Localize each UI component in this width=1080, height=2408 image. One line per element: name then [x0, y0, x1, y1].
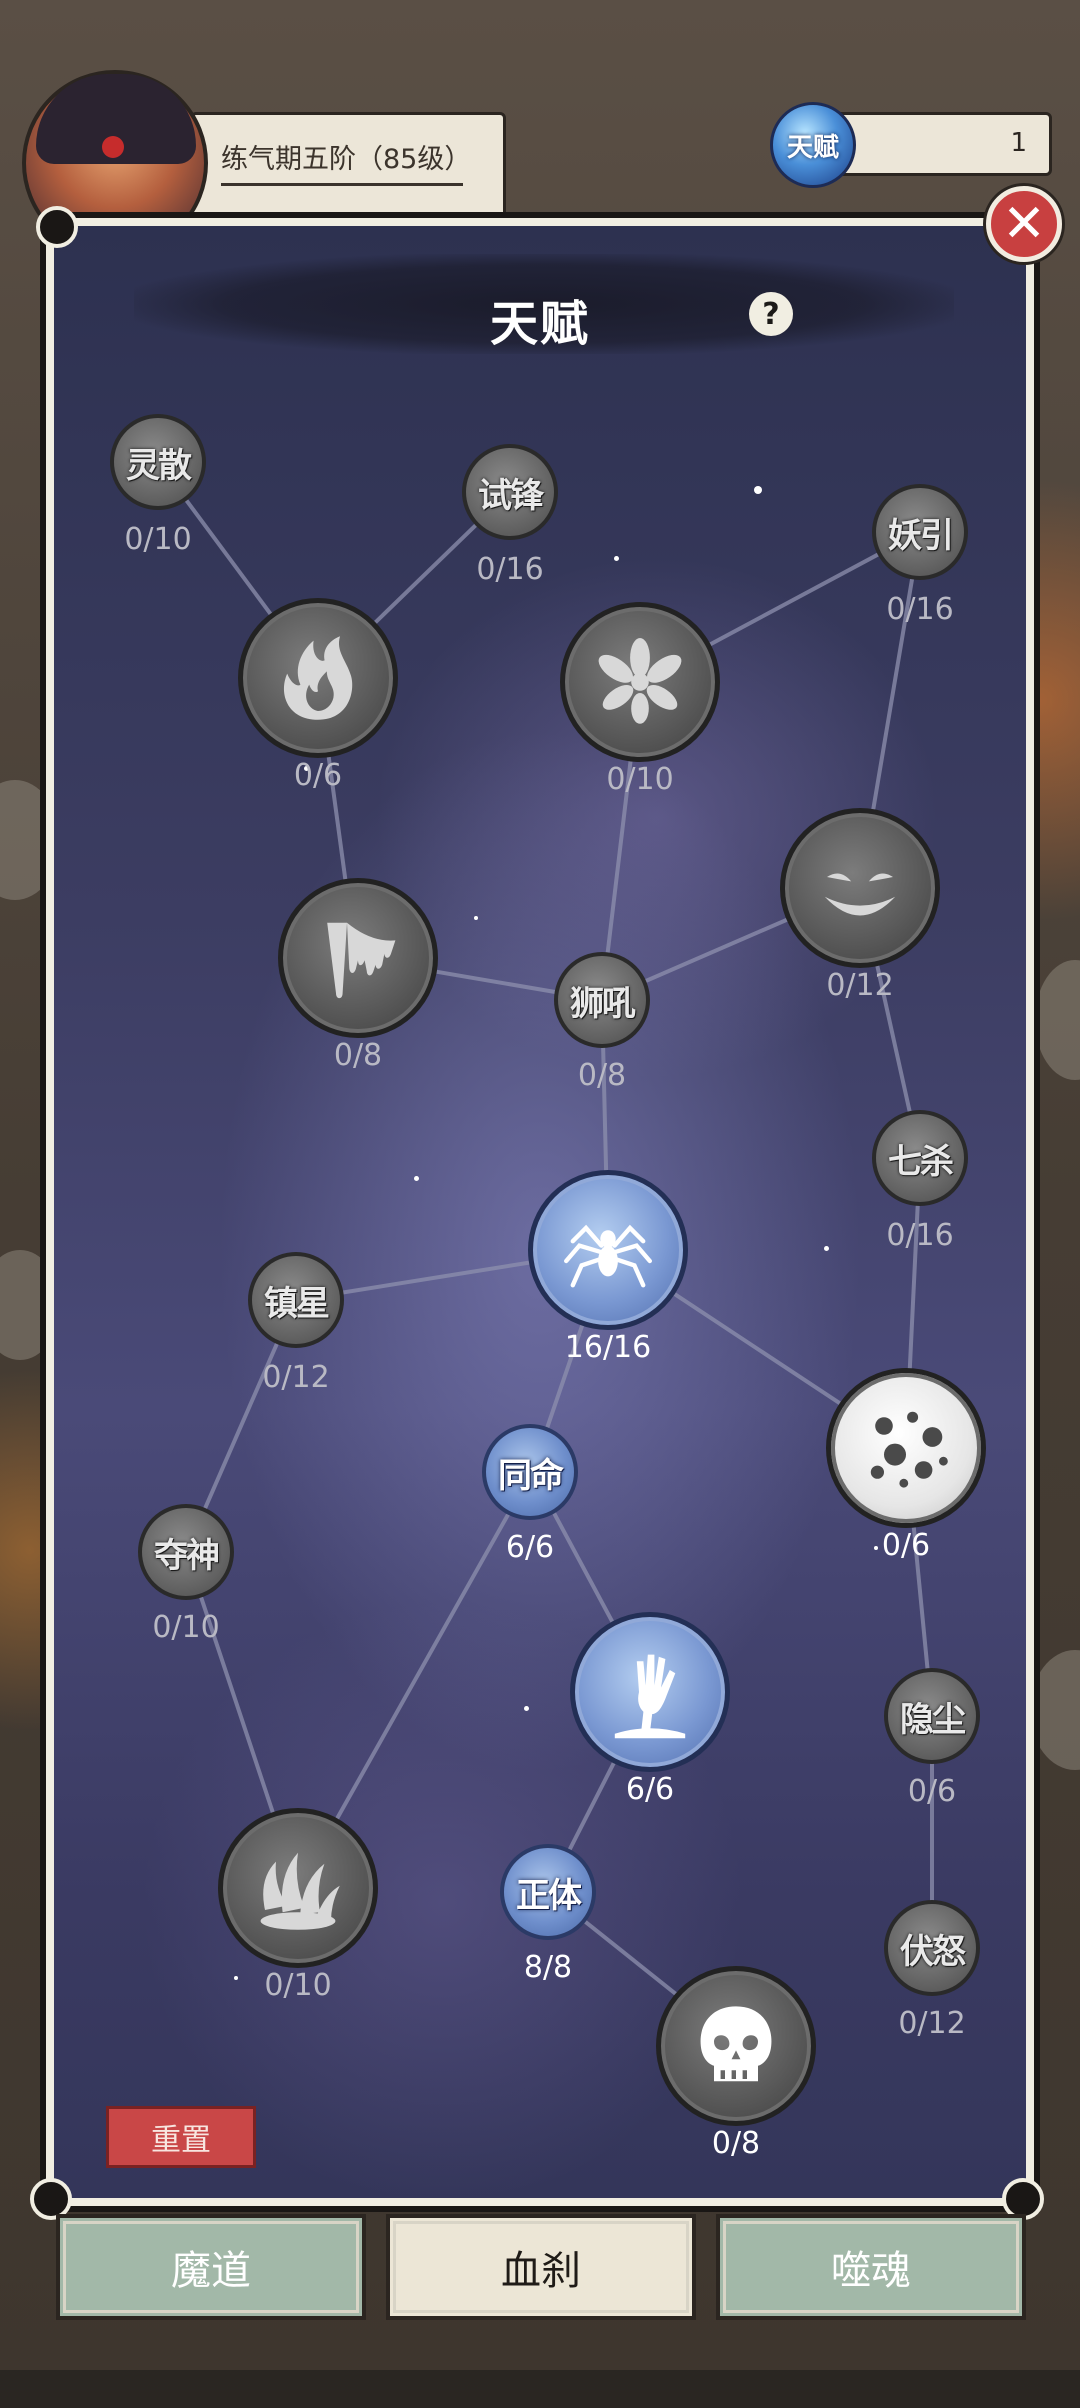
talent-node-zhenxing[interactable]: 镇星 — [248, 1252, 344, 1348]
talent-node-skull[interactable] — [656, 1966, 816, 2126]
node-name: 镇星 — [264, 1283, 330, 1324]
node-progress: 0/6 — [293, 758, 343, 793]
node-progress: 0/12 — [898, 2006, 966, 2041]
tab-shihun[interactable]: 噬魂 — [716, 2214, 1026, 2320]
node-name: 隐尘 — [900, 1699, 966, 1740]
rising-hand-icon — [614, 1654, 686, 1739]
node-name: 夺神 — [154, 1535, 220, 1576]
grin-face-icon — [824, 873, 896, 916]
node-progress: 0/10 — [152, 1610, 220, 1645]
drip-icon — [327, 922, 396, 999]
node-progress: 6/6 — [625, 1772, 675, 1807]
node-progress: 0/10 — [606, 762, 674, 797]
talent-node-yinchen[interactable]: 隐尘 — [884, 1668, 980, 1764]
talent-node-tongming[interactable]: 同命 — [482, 1424, 578, 1520]
talent-node-lingsan[interactable]: 灵散 — [110, 414, 206, 510]
node-name: 正体 — [516, 1875, 582, 1916]
talent-node-drip[interactable] — [278, 878, 438, 1038]
node-progress: 16/16 — [564, 1330, 652, 1365]
talent-node-zhengti[interactable]: 正体 — [500, 1844, 596, 1940]
node-name: 七杀 — [888, 1141, 954, 1182]
moon-icon — [870, 1411, 948, 1488]
talent-node-hand[interactable] — [570, 1612, 730, 1772]
node-progress: 0/6 — [881, 1528, 931, 1563]
node-progress: 8/8 — [523, 1950, 573, 1985]
reset-button[interactable]: 重置 — [106, 2106, 256, 2168]
talent-node-burst[interactable] — [560, 602, 720, 762]
node-progress: 0/16 — [886, 592, 954, 627]
talent-node-claws[interactable] — [218, 1808, 378, 1968]
node-name: 试锋 — [478, 475, 544, 516]
node-progress: 0/8 — [711, 2126, 761, 2161]
talent-node-yaoyin[interactable]: 妖引 — [872, 484, 968, 580]
node-name: 狮吼 — [570, 983, 636, 1024]
claws-icon — [260, 1852, 340, 1930]
node-progress: 0/12 — [262, 1360, 330, 1395]
node-progress: 0/16 — [886, 1218, 954, 1253]
tab-modao[interactable]: 魔道 — [56, 2214, 366, 2320]
talent-tab-bar: 魔道 血刹 噬魂 — [40, 2214, 1050, 2334]
talent-node-duoshen[interactable]: 夺神 — [138, 1504, 234, 1600]
node-name: 灵散 — [126, 445, 192, 486]
node-name: 妖引 — [888, 515, 954, 556]
spider-icon — [564, 1224, 652, 1288]
talent-node-moon[interactable] — [826, 1368, 986, 1528]
node-progress: 0/6 — [907, 1774, 957, 1809]
node-name: 伏怒 — [900, 1931, 966, 1972]
bottom-nav-strip — [0, 2370, 1080, 2408]
talent-node-shihou[interactable]: 狮吼 — [554, 952, 650, 1048]
close-button[interactable]: ✕ — [986, 186, 1062, 262]
node-progress: 0/10 — [264, 1968, 332, 2003]
talent-node-flame[interactable] — [238, 598, 398, 758]
talent-node-qisha[interactable]: 七杀 — [872, 1110, 968, 1206]
talent-node-grin[interactable] — [780, 808, 940, 968]
node-progress: 6/6 — [505, 1530, 555, 1565]
talent-node-funu[interactable]: 伏怒 — [884, 1900, 980, 1996]
flame-icon — [283, 636, 353, 720]
burst-icon — [598, 638, 682, 724]
corner-ornament — [36, 206, 78, 248]
node-progress: 0/8 — [577, 1058, 627, 1093]
node-progress: 0/8 — [333, 1038, 383, 1073]
node-name: 同命 — [498, 1455, 564, 1496]
talent-node-shifeng[interactable]: 试锋 — [462, 444, 558, 540]
talent-node-layer: 灵散 0/10 试锋 0/16 妖引 0/16 0/6 0/10 0/12 0/… — [0, 0, 1080, 2408]
skull-icon — [700, 2006, 772, 2082]
node-progress: 0/16 — [476, 552, 544, 587]
talent-modal: 天赋 ? 灵散 0/10 试锋 0/16 妖引 0/16 0/6 0/10 0/… — [40, 212, 1040, 2212]
tab-xuesha[interactable]: 血刹 — [386, 2214, 696, 2320]
node-progress: 0/10 — [124, 522, 192, 557]
node-progress: 0/12 — [826, 968, 894, 1003]
talent-node-spider[interactable] — [528, 1170, 688, 1330]
